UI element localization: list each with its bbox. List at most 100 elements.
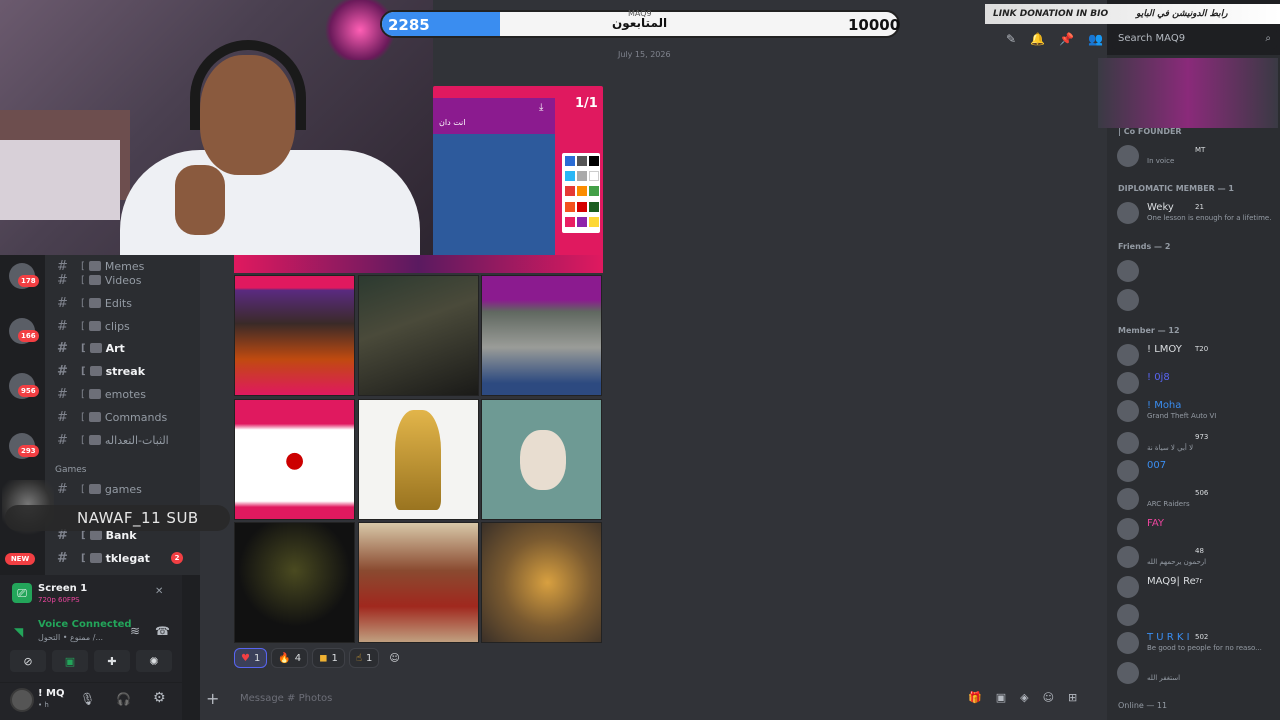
- soundboard-button[interactable]: ✺: [136, 650, 172, 672]
- sub-alert-text: NAWAF_11 SUB: [77, 509, 199, 527]
- member-item[interactable]: ! Moha Grand Theft Auto VI: [1117, 398, 1277, 424]
- threads-icon[interactable]: ✎: [1006, 32, 1016, 46]
- sticker-icon[interactable]: ◈: [1020, 691, 1028, 704]
- hash-icon: #: [57, 318, 68, 334]
- photo-tile[interactable]: [481, 275, 602, 396]
- apps-icon[interactable]: ⊞: [1068, 691, 1077, 704]
- member-item[interactable]: Weky 21 One lesson is enough for a lifetim…: [1117, 200, 1277, 226]
- pin-icon[interactable]: 📌: [1059, 32, 1074, 46]
- channel-item[interactable]: # [Videos: [45, 269, 195, 291]
- member-tag: 21: [1195, 203, 1204, 211]
- avatar[interactable]: [10, 688, 34, 712]
- channel-item[interactable]: # [Commands: [45, 406, 195, 428]
- video-off-button[interactable]: ⊘: [10, 650, 46, 672]
- photo-tile[interactable]: [481, 522, 602, 643]
- member-avatar: [1117, 202, 1139, 224]
- photo-tile[interactable]: [358, 399, 479, 520]
- channel-label: games: [104, 482, 142, 496]
- channel-item[interactable]: # [games: [45, 478, 195, 500]
- reaction-chip[interactable]: ◼ 1: [312, 648, 345, 668]
- channel-item[interactable]: # [tklegat 2: [45, 547, 195, 569]
- photo-tile[interactable]: [234, 522, 355, 643]
- channel-item[interactable]: # [clips: [45, 315, 195, 337]
- ninja-icon: ◼: [319, 652, 328, 664]
- member-item[interactable]: [1117, 258, 1277, 284]
- search-input[interactable]: Search MAQ9 ⌕: [1112, 29, 1277, 49]
- gif-icon[interactable]: ▣: [996, 691, 1006, 704]
- member-item[interactable]: [1117, 602, 1277, 628]
- channel-label: الثبات-التعداله: [104, 433, 169, 447]
- hash-icon: #: [57, 340, 68, 356]
- member-item[interactable]: MAQ9| Re 7r: [1117, 574, 1277, 600]
- message-composer[interactable]: + Message # Photos: [200, 684, 1100, 712]
- member-item[interactable]: 48 ارحمون يرحمهم الله: [1117, 544, 1277, 570]
- member-avatar: [1117, 546, 1139, 568]
- member-item[interactable]: استغفر الله: [1117, 660, 1277, 686]
- channel-emoji-icon: [89, 530, 102, 540]
- member-avatar: [1117, 460, 1139, 482]
- photo-tile[interactable]: [358, 275, 479, 396]
- member-tag: 7r: [1195, 577, 1203, 585]
- channel-item[interactable]: # [emotes: [45, 383, 195, 405]
- channel-item[interactable]: # [Art: [45, 337, 195, 359]
- screen-share-button[interactable]: ▣: [52, 650, 88, 672]
- mic-icon[interactable]: 🎙: [80, 692, 95, 706]
- emoji-icon[interactable]: ☺: [1043, 691, 1054, 704]
- channel-header-name: MAQ9: [628, 9, 652, 18]
- hash-icon: #: [57, 481, 68, 497]
- member-item[interactable]: ! LMOY T20: [1117, 342, 1277, 368]
- channel-item[interactable]: # [الثبات-التعداله: [45, 429, 195, 451]
- channel-item[interactable]: # [streak: [45, 360, 195, 382]
- composer-tools: 🎁 ▣ ◈ ☺ ⊞: [968, 691, 1077, 704]
- username: ! MQ: [38, 688, 65, 699]
- online-count: Online — 11: [1118, 701, 1168, 710]
- member-item[interactable]: FAY: [1117, 516, 1277, 542]
- bracket-glyph: [: [81, 274, 85, 286]
- streamer-hand: [175, 165, 225, 235]
- member-avatar: [1117, 576, 1139, 598]
- member-item[interactable]: 007: [1117, 458, 1277, 484]
- bracket-glyph: [: [81, 342, 86, 354]
- member-group-header: | Co FOUNDER: [1118, 127, 1182, 136]
- channel-item[interactable]: # [Edits: [45, 292, 195, 314]
- headphones-icon[interactable]: 🎧: [116, 692, 131, 706]
- bracket-glyph: [: [81, 411, 85, 423]
- bracket-glyph: [: [81, 320, 85, 332]
- member-item[interactable]: T U R K I 502 Be good to people for no rea…: [1117, 630, 1277, 656]
- gift-icon[interactable]: 🎁: [968, 691, 982, 704]
- member-item[interactable]: MT In voice: [1117, 143, 1277, 169]
- disconnect-icon[interactable]: ☎: [155, 624, 170, 638]
- bracket-glyph: [: [81, 529, 86, 541]
- member-name: FAY: [1147, 518, 1165, 529]
- photo-tile[interactable]: [234, 275, 355, 396]
- composer-placeholder: Message # Photos: [240, 692, 333, 704]
- gear-icon[interactable]: ⚙: [153, 690, 166, 706]
- add-attachment-icon[interactable]: +: [206, 689, 226, 708]
- download-icon[interactable]: ⤓: [539, 102, 543, 113]
- bracket-glyph: [: [81, 297, 85, 309]
- members-icon[interactable]: 👥: [1088, 32, 1103, 46]
- member-tag: MT: [1195, 146, 1206, 154]
- photo-tile[interactable]: [358, 522, 479, 643]
- member-item[interactable]: [1117, 287, 1277, 313]
- member-item[interactable]: 506 ARC Raiders: [1117, 486, 1277, 512]
- category-games[interactable]: Games: [55, 465, 86, 475]
- server-badge: 178: [18, 275, 39, 287]
- close-screen-icon[interactable]: ✕: [155, 586, 163, 597]
- member-item[interactable]: ! 0j8: [1117, 370, 1277, 396]
- photo-tile[interactable]: ●: [234, 399, 355, 520]
- activities-button[interactable]: ✚: [94, 650, 130, 672]
- noise-suppression-icon[interactable]: ≋: [130, 624, 140, 638]
- channel-label: streak: [105, 364, 146, 378]
- reaction-chip[interactable]: ☝ 1: [348, 648, 380, 668]
- channel-label: emotes: [104, 387, 146, 401]
- member-item[interactable]: 973 لا أبي لا سياة نة: [1117, 430, 1277, 456]
- fire-icon: 🔥: [278, 652, 291, 664]
- reaction-chip[interactable]: ♥ 1: [234, 648, 268, 668]
- reaction-chip[interactable]: 🔥 4: [271, 648, 309, 668]
- add-reaction-icon[interactable]: ☺: [383, 648, 405, 668]
- bell-icon[interactable]: 🔔: [1030, 32, 1045, 46]
- photo-tile[interactable]: [481, 399, 602, 520]
- member-tag: 973: [1195, 433, 1209, 441]
- bracket-glyph: [: [81, 552, 86, 564]
